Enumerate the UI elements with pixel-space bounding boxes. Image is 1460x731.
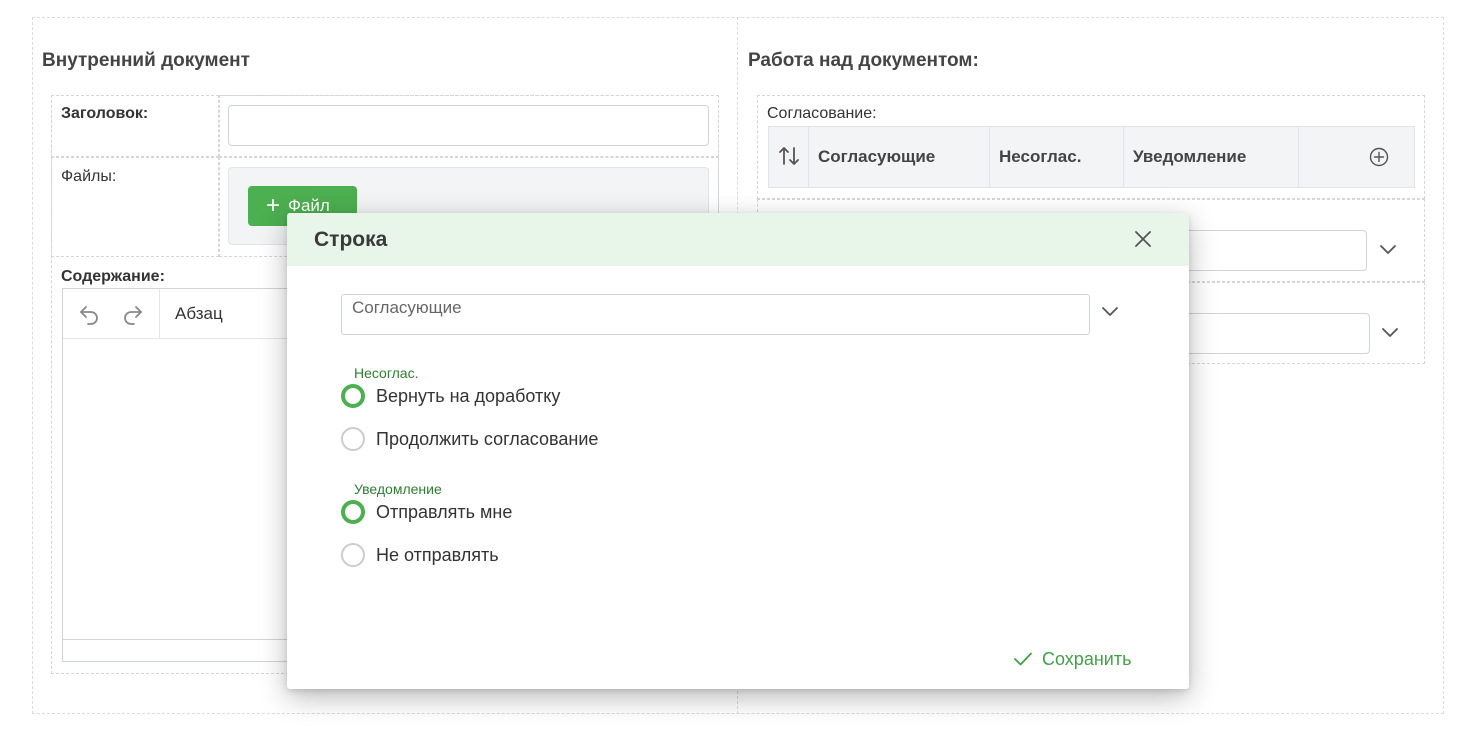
dialog-title: Строка (314, 228, 388, 251)
notification-group-label: Уведомление (354, 481, 442, 497)
approvers-select[interactable]: Согласующие (341, 294, 1090, 335)
approvers-placeholder: Согласующие (352, 298, 462, 317)
radio-continue-approval[interactable]: Продолжить согласование (341, 426, 598, 452)
radio-send-to-me[interactable]: Отправлять мне (341, 499, 512, 525)
radio-checked-icon[interactable] (341, 500, 365, 524)
chevron-down-icon[interactable] (1100, 306, 1120, 318)
radio-unchecked-icon[interactable] (341, 427, 365, 451)
save-button[interactable]: Сохранить (1013, 647, 1131, 671)
disagreement-group-label: Несоглас. (354, 365, 419, 381)
radio-unchecked-icon[interactable] (341, 543, 365, 567)
save-label: Сохранить (1042, 648, 1132, 669)
row-dialog: Строка Согласующие Несоглас. Вернуть на … (287, 213, 1189, 689)
check-icon (1014, 652, 1032, 666)
dialog-header: Строка (287, 213, 1189, 266)
radio-return-for-revision[interactable]: Вернуть на доработку (341, 383, 560, 409)
close-icon[interactable] (1134, 230, 1152, 248)
radio-checked-icon[interactable] (341, 384, 365, 408)
radio-do-not-send[interactable]: Не отправлять (341, 542, 499, 568)
